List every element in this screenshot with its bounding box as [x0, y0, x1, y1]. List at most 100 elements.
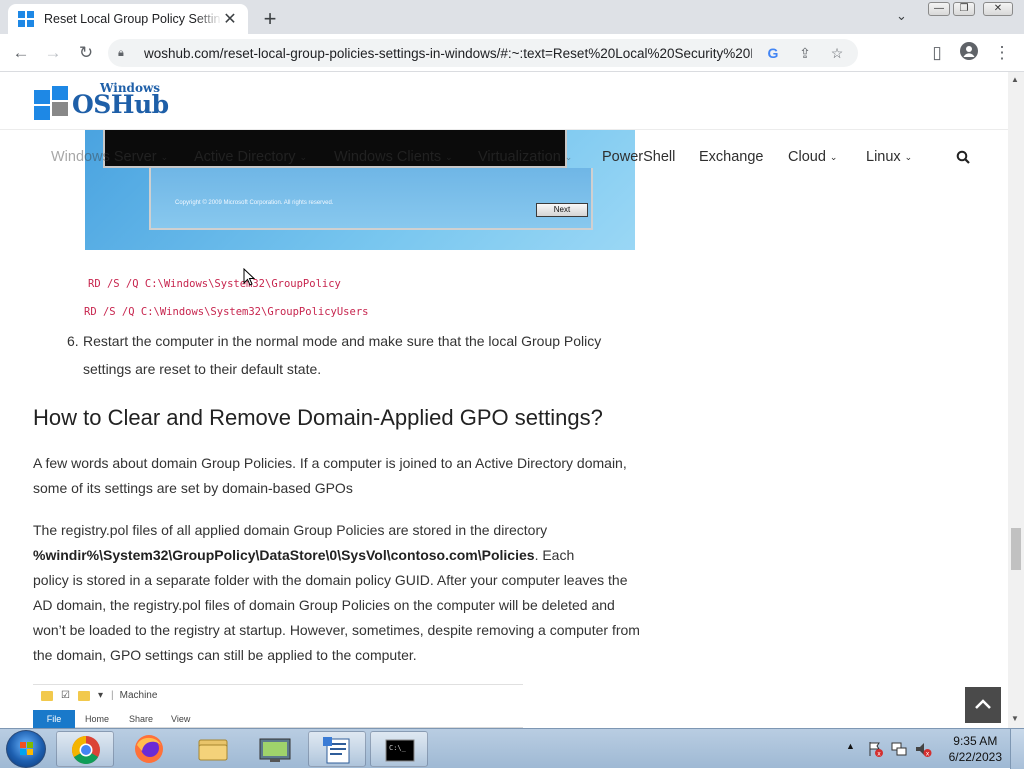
explorer-ribbon: File Home Share View	[33, 710, 523, 728]
windows-favicon-icon	[18, 11, 34, 27]
close-window-button[interactable]: ✕	[983, 2, 1013, 16]
site-logo[interactable]: Windows OSHub	[34, 80, 174, 124]
nav-powershell[interactable]: PowerShell	[602, 149, 675, 165]
clock-time: 9:35 AM	[953, 734, 998, 748]
taskbar-group-policy-editor[interactable]	[308, 731, 366, 767]
page-scrollbar[interactable]: ▲ ▼	[1008, 72, 1024, 728]
lock-icon[interactable]: 🔒︎	[118, 47, 136, 60]
volume-muted-icon[interactable]: x	[914, 740, 932, 758]
svg-text:C:\_: C:\_	[389, 744, 407, 752]
google-translate-icon[interactable]: G	[762, 45, 784, 61]
folder-icon	[77, 690, 90, 701]
search-icon[interactable]	[956, 150, 970, 164]
paragraph-line: policy is stored in a separate folder wi…	[33, 572, 628, 588]
logo-oshub-text: OSHub	[72, 90, 169, 119]
taskbar-firefox[interactable]	[120, 731, 178, 767]
taskbar-device-manager[interactable]	[246, 731, 304, 767]
nav-exchange[interactable]: Exchange	[699, 149, 764, 165]
paragraph-line: %windir%\System32\GroupPolicy\DataStore\…	[33, 547, 575, 563]
folder-icon	[198, 739, 228, 761]
windows-taskbar: C:\_ ▲ x x 9:35 AM 6/22/2023	[0, 728, 1024, 769]
back-arrow-icon[interactable]: ←	[10, 42, 32, 64]
list-number: 6.	[67, 333, 79, 349]
paragraph-line: The registry.pol files of all applied do…	[33, 522, 548, 538]
tab-close-icon[interactable]: ✕	[222, 9, 238, 29]
scrollbar-thumb[interactable]	[1011, 528, 1021, 570]
show-hidden-icons-icon[interactable]: ▲	[846, 741, 855, 751]
paragraph-line: the domain, GPO settings can still be ap…	[33, 647, 417, 663]
list-item-text: settings are reset to their default stat…	[83, 361, 322, 377]
nav-windows-server[interactable]: Windows Server ⌄	[51, 149, 168, 165]
web-page: Windows OSHub Copyright © 2009 Microsoft…	[0, 72, 1008, 728]
url-text[interactable]: woshub.com/reset-local-group-policies-se…	[144, 46, 752, 61]
setup-copyright: Copyright © 2009 Microsoft Corporation. …	[175, 200, 334, 206]
action-center-flag-icon[interactable]: x	[866, 740, 884, 758]
ribbon-tab-home: Home	[85, 714, 110, 724]
nav-linux[interactable]: Linux ⌄	[866, 149, 912, 165]
clock-date: 6/22/2023	[948, 750, 1002, 764]
scroll-down-arrow-icon[interactable]: ▼	[1011, 714, 1019, 723]
nav-active-directory[interactable]: Active Directory ⌄	[194, 149, 307, 165]
policies-path: %windir%\System32\GroupPolicy\DataStore\…	[33, 547, 535, 563]
command-prompt-icon: C:\_	[385, 739, 415, 762]
firefox-icon	[135, 735, 163, 763]
taskbar-chrome[interactable]	[56, 731, 114, 767]
ribbon-tab-share: Share	[129, 714, 154, 724]
nav-cloud[interactable]: Cloud ⌄	[788, 149, 837, 165]
main-navigation: Windows Server ⌄ Active Directory ⌄ Window…	[0, 142, 1008, 174]
setup-next-button: Next	[536, 203, 588, 217]
paragraph-line: won’t be loaded to the registry at start…	[33, 622, 640, 638]
section-heading: How to Clear and Remove Domain-Applied G…	[33, 405, 603, 430]
scroll-up-arrow-icon[interactable]: ▲	[1011, 75, 1019, 84]
tab-search-icon[interactable]: ⌄	[896, 8, 907, 24]
new-tab-button[interactable]: +	[258, 6, 282, 32]
computer-management-icon	[259, 738, 291, 762]
browser-menu-icon[interactable]: ⋮	[991, 42, 1013, 64]
address-toolbar: ← → ↻ 🔒︎ woshub.com/reset-local-group-po…	[0, 34, 1024, 72]
show-desktop-button[interactable]	[1010, 729, 1024, 769]
setup-dialog: Copyright © 2009 Microsoft Corporation. …	[149, 168, 593, 230]
back-to-top-button[interactable]	[965, 687, 1001, 723]
browser-tab[interactable]: Reset Local Group Policy Settings in Win…	[8, 4, 248, 34]
dropdown-icon: ▾	[97, 690, 103, 701]
side-panel-icon[interactable]: ▯	[926, 42, 948, 64]
share-icon[interactable]: ⇪	[794, 45, 816, 62]
minimize-button[interactable]: —	[928, 2, 950, 16]
mouse-cursor-icon	[243, 268, 255, 286]
taskbar-clock[interactable]: 9:35 AM 6/22/2023	[949, 733, 1002, 765]
taskbar-command-prompt[interactable]: C:\_	[370, 731, 428, 767]
profile-avatar-icon[interactable]	[958, 42, 980, 64]
paragraph-line: AD domain, the registry.pol files of dom…	[33, 597, 615, 613]
group-policy-icon	[323, 737, 350, 764]
list-item-text: Restart the computer in the normal mode …	[83, 333, 602, 349]
windows-logo-icon	[20, 742, 33, 755]
network-icon[interactable]	[890, 740, 908, 758]
tab-title: Reset Local Group Policy Settings in Win…	[44, 12, 222, 26]
forward-arrow-icon[interactable]: →	[42, 42, 64, 64]
browser-tab-strip: Reset Local Group Policy Settings in Win…	[0, 0, 1024, 34]
code-line: RD /S /Q C:\Windows\System32\GroupPolicy	[88, 278, 341, 290]
bookmark-star-icon[interactable]: ☆	[826, 45, 848, 62]
explorer-window-title: Machine	[119, 690, 158, 701]
ribbon-tab-view: View	[171, 714, 191, 724]
nav-windows-clients[interactable]: Windows Clients ⌄	[334, 149, 453, 165]
code-line: RD /S /Q C:\Windows\System32\GroupPolicy…	[84, 306, 369, 318]
folder-icon	[41, 690, 53, 701]
svg-text:x: x	[877, 751, 881, 758]
start-button[interactable]	[6, 730, 46, 768]
explorer-screenshot: ☑ ▾ | Machine File Home Share View	[33, 684, 523, 728]
reload-icon[interactable]: ↻	[75, 42, 97, 64]
taskbar-file-explorer[interactable]	[184, 731, 242, 767]
nav-virtualization[interactable]: Virtualization ⌄	[478, 149, 572, 165]
paragraph-line: A few words about domain Group Policies.…	[33, 455, 627, 471]
svg-text:x: x	[926, 751, 930, 758]
chevron-up-icon	[975, 699, 991, 709]
maximize-button[interactable]: ❐	[953, 2, 975, 16]
address-bar[interactable]: 🔒︎ woshub.com/reset-local-group-policies…	[108, 39, 858, 67]
paragraph-line: some of its settings are set by domain-b…	[33, 480, 353, 496]
properties-icon: ☑	[61, 690, 70, 701]
ribbon-tab-file: File	[33, 710, 75, 728]
system-tray: ▲ x x 9:35 AM 6/22/2023	[840, 729, 1024, 769]
site-header: Windows OSHub	[0, 72, 1008, 130]
explorer-title-bar: ☑ ▾ | Machine	[41, 690, 157, 701]
